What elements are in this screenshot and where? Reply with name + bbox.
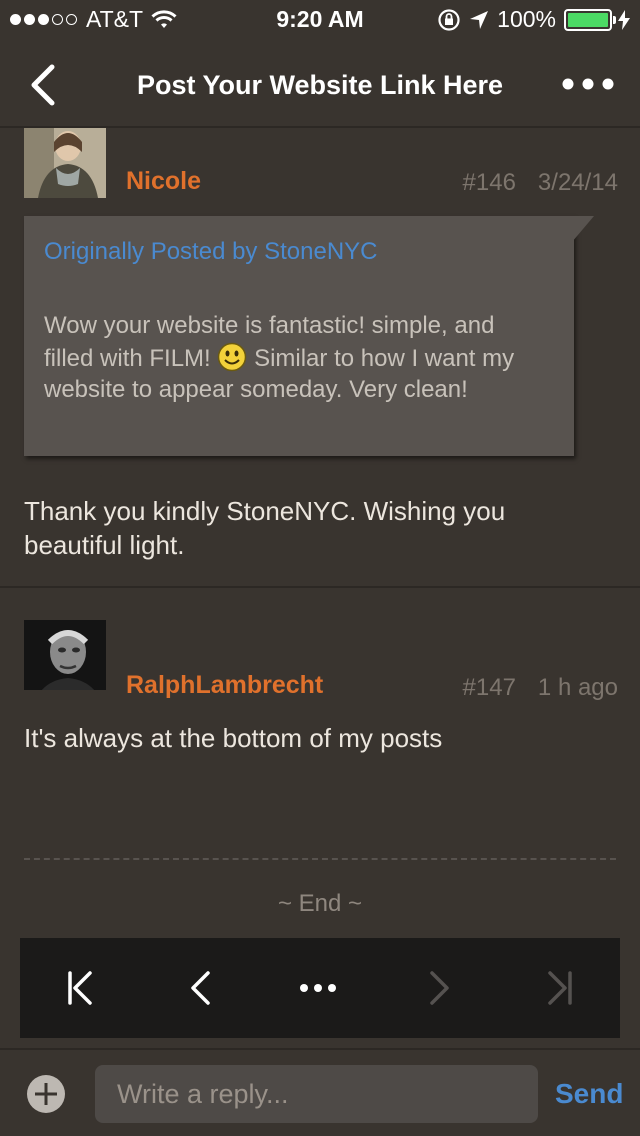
reply-input[interactable] xyxy=(95,1065,538,1123)
post-body: It's always at the bottom of my posts xyxy=(24,723,443,753)
end-divider xyxy=(24,858,616,860)
post-number: #147 xyxy=(462,674,516,701)
reply-bar: Send xyxy=(0,1048,640,1136)
end-label: ~ End ~ xyxy=(277,890,363,917)
first-page-icon[interactable] xyxy=(60,968,100,1008)
page-menu-icon[interactable] xyxy=(298,968,338,1008)
post-date: 1 h ago xyxy=(537,674,618,701)
avatar-ralphlambrecht[interactable] xyxy=(24,620,106,690)
post-meta: #147 1 h ago xyxy=(463,674,618,702)
pagination-bar xyxy=(20,938,620,1038)
last-page-icon[interactable] xyxy=(540,968,580,1008)
send-button[interactable]: Send xyxy=(555,1078,623,1110)
post-147: RalphLambrecht #147 1 h ago It's always … xyxy=(0,0,640,800)
previous-page-icon[interactable] xyxy=(180,968,220,1008)
username[interactable]: RalphLambrecht xyxy=(126,671,323,700)
add-attachment-icon[interactable] xyxy=(26,1074,66,1114)
next-page-icon[interactable] xyxy=(420,968,460,1008)
